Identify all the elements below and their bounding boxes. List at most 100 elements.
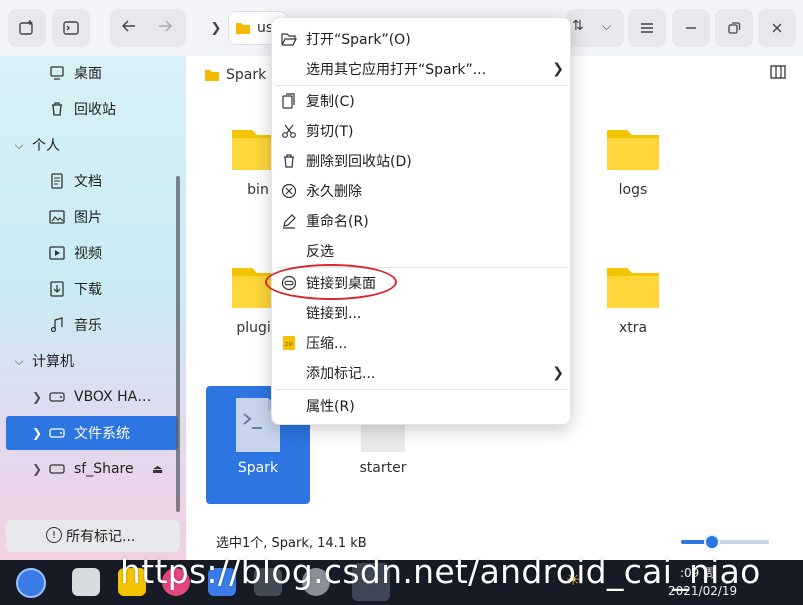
sort-button[interactable]: ⇅ ⌵ [566, 9, 624, 47]
sidebar-item-filesystem[interactable]: ❯ 文件系统 [6, 416, 178, 450]
menu-item-label: 打开“Spark”(O) [306, 32, 411, 48]
sidebar-group-label: 个人 [32, 138, 60, 154]
nav-buttons [110, 9, 186, 47]
multitask-icon[interactable] [72, 568, 100, 596]
info-circle-icon: ! [46, 527, 62, 543]
restore-icon [728, 22, 741, 34]
rename-icon [280, 212, 298, 230]
sidebar-item-desktop[interactable]: 桌面 [6, 56, 178, 90]
menu-item-label: 压缩... [306, 336, 348, 352]
chevron-down-icon: ⌵ [14, 137, 24, 152]
menu-item-cut[interactable]: 剪切(T) [272, 116, 572, 146]
sidebar-item-label: 视频 [74, 246, 102, 262]
file-item-logs[interactable]: logs [581, 118, 685, 208]
cut-icon [280, 122, 298, 140]
trash-icon [46, 101, 68, 117]
menu-item-copy[interactable]: 复制(C) [272, 86, 572, 116]
sidebar-item-label: 音乐 [74, 318, 102, 334]
sidebar-item-label: 桌面 [74, 66, 102, 82]
sidebar-item-label: 图片 [74, 210, 102, 226]
picture-icon [46, 210, 68, 224]
delete-circle-icon [280, 182, 298, 200]
maximize-button[interactable] [715, 9, 753, 47]
eject-icon[interactable]: ⏏ [152, 462, 163, 476]
new-tab-button[interactable] [8, 9, 46, 47]
menu-item-move-to-trash[interactable]: 删除到回收站(D) [272, 146, 572, 176]
minimize-icon [686, 27, 696, 29]
sidebar-item-label: sf_Share [74, 461, 134, 477]
menu-button[interactable] [628, 9, 666, 47]
zoom-slider-handle[interactable] [703, 534, 720, 550]
annotation-highlight-ellipse [265, 264, 397, 300]
sidebar-group-computer[interactable]: ⌵ 计算机 [6, 344, 178, 378]
menu-item-invert-selection[interactable]: 反选 [272, 236, 572, 266]
folder-icon [236, 23, 250, 34]
menu-item-label: 删除到回收站(D) [306, 154, 412, 170]
video-icon [46, 246, 68, 260]
start-menu-icon[interactable] [16, 568, 46, 598]
file-item-xtra[interactable]: xtra [581, 256, 685, 346]
view-mode-icon[interactable] [770, 65, 786, 83]
zoom-slider[interactable] [681, 534, 769, 550]
menu-item-label: 链接到... [306, 306, 362, 322]
folder-icon [205, 70, 219, 81]
sidebar-scrollbar[interactable] [176, 176, 180, 512]
menu-item-properties[interactable]: 属性(R) [272, 391, 572, 421]
sidebar: 桌面 回收站 ⌵ 个人 文档 图片 视频 下载 音乐 ⌵ 计算机 ❯ VBOX … [0, 56, 186, 560]
sidebar-item-label: 文件系统 [74, 426, 130, 442]
folder-icon [607, 130, 659, 170]
sort-icon: ⇅ [572, 18, 584, 34]
folder-icon [607, 268, 659, 308]
file-name: xtra [618, 320, 648, 336]
sidebar-item-videos[interactable]: 视频 [6, 236, 178, 270]
menu-item-add-tag[interactable]: 添加标记... ❯ [272, 358, 572, 388]
chevron-right-icon: ❯ [552, 61, 564, 77]
open-folder-icon [280, 30, 298, 48]
status-bar-text: 选中1个, Spark, 14.1 kB [216, 536, 367, 551]
menu-item-link-to[interactable]: 链接到... [272, 298, 572, 328]
menu-item-delete-permanently[interactable]: 永久删除 [272, 176, 572, 206]
sidebar-item-music[interactable]: 音乐 [6, 308, 178, 342]
all-tags-button[interactable]: ! 所有标记... [6, 520, 180, 552]
sidebar-item-trash[interactable]: 回收站 [6, 92, 178, 126]
terminal-button[interactable] [52, 9, 90, 47]
sidebar-item-pictures[interactable]: 图片 [6, 200, 178, 234]
menu-item-open-with[interactable]: 选用其它应用打开“Spark”... ❯ [272, 54, 572, 84]
all-tags-label: 所有标记... [66, 529, 136, 545]
chevron-right-icon: ❯ [31, 426, 43, 440]
sidebar-item-label: 回收站 [74, 102, 116, 118]
minimize-button[interactable] [672, 9, 710, 47]
sidebar-item-downloads[interactable]: 下载 [6, 272, 178, 306]
file-name: starter [359, 460, 407, 476]
chevron-right-icon: ❯ [31, 462, 43, 476]
sidebar-group-personal[interactable]: ⌵ 个人 [6, 128, 178, 162]
sidebar-item-documents[interactable]: 文档 [6, 164, 178, 198]
path-expand-button[interactable]: ❯ [204, 9, 228, 47]
menu-item-open[interactable]: 打开“Spark”(O) [272, 24, 572, 54]
menu-item-label: 属性(R) [306, 399, 355, 415]
sidebar-group-label: 计算机 [32, 354, 74, 370]
menu-item-label: 添加标记... [306, 366, 376, 382]
menu-item-label: 反选 [306, 244, 334, 260]
copy-icon [280, 92, 298, 110]
menu-item-compress[interactable]: ZIP 压缩... [272, 328, 572, 358]
file-name: Spark [237, 460, 279, 476]
chevron-down-icon: ⌵ [14, 353, 24, 368]
menu-item-label: 选用其它应用打开“Spark”... [306, 62, 487, 78]
menu-item-label: 剪切(T) [306, 124, 354, 140]
breadcrumb-item[interactable]: Spark [226, 67, 266, 83]
drive-icon [46, 427, 68, 439]
back-button[interactable] [120, 17, 138, 39]
forward-button[interactable] [156, 17, 174, 39]
sidebar-item-vbox[interactable]: ❯ VBOX HA… [6, 380, 178, 414]
chevron-down-icon: ⌵ [602, 19, 612, 33]
chevron-right-icon: ❯ [552, 365, 564, 381]
menu-item-label: 重命名(R) [306, 214, 369, 230]
document-icon [46, 173, 68, 189]
menu-item-rename[interactable]: 重命名(R) [272, 206, 572, 236]
sidebar-item-sf-share[interactable]: ❯ sf_Share ⏏ [6, 452, 178, 486]
close-button[interactable] [758, 9, 796, 47]
folder-icon [46, 463, 68, 475]
desktop-icon [46, 66, 68, 80]
zip-icon: ZIP [280, 334, 298, 352]
